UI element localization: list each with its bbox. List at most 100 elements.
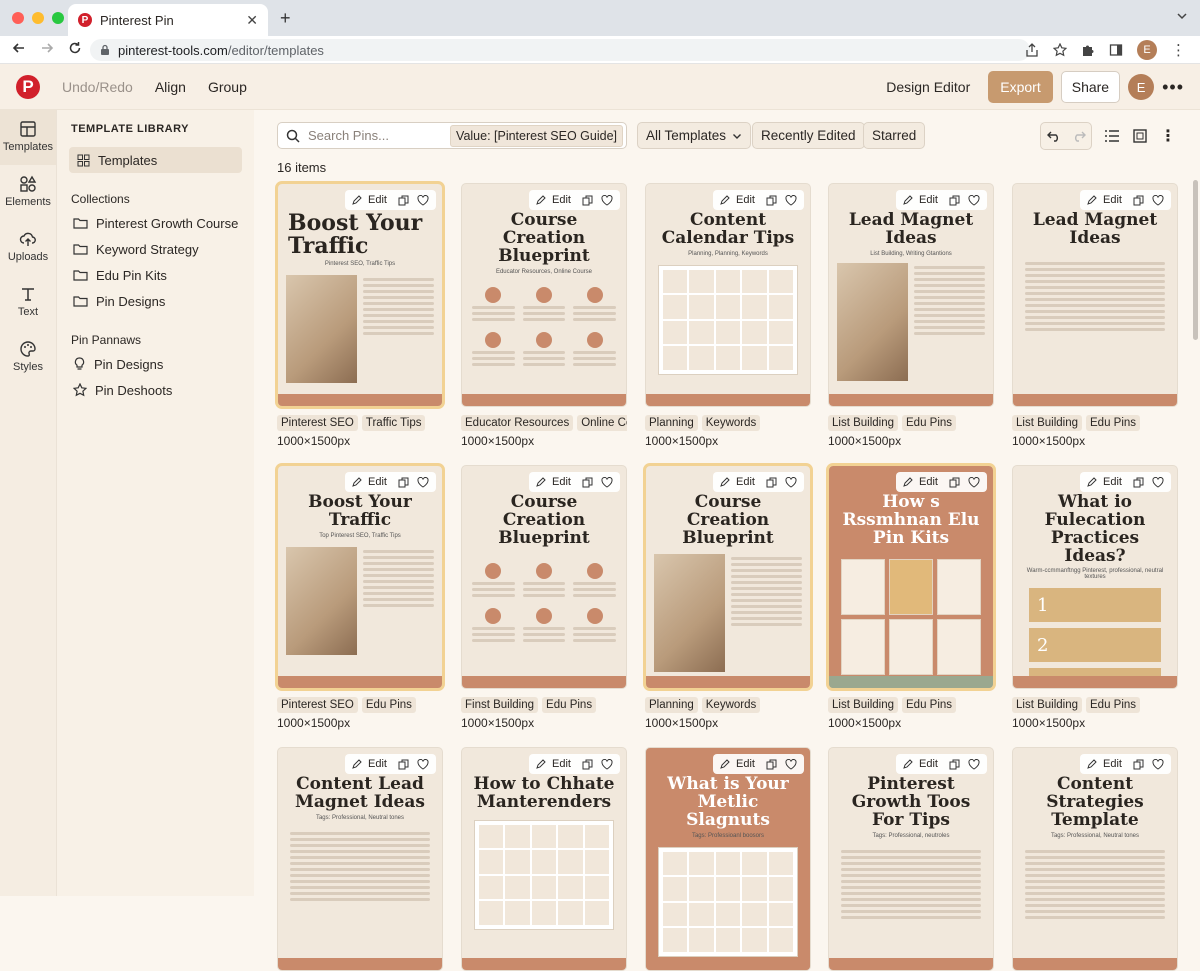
- duplicate-icon[interactable]: [763, 194, 780, 207]
- grid-view-icon[interactable]: [1132, 128, 1148, 144]
- rail-templates[interactable]: Templates: [0, 110, 56, 165]
- tag-chip[interactable]: Pinterest SEO: [277, 697, 358, 713]
- template-card[interactable]: Course Creation Blueprint Educator Resour…: [461, 183, 627, 448]
- list-view-icon[interactable]: [1104, 128, 1120, 144]
- template-card[interactable]: How s Rssmhnan Elu Pin Kits Edit List Buil…: [826, 463, 996, 730]
- template-thumbnail[interactable]: Content Lead Magnet Ideas Tags: Professio…: [277, 747, 443, 971]
- tag-chip[interactable]: Finst Building: [461, 697, 539, 713]
- heart-icon[interactable]: [414, 758, 432, 771]
- template-thumbnail[interactable]: Content Strategies Template Tags: Profess…: [1012, 747, 1178, 971]
- template-thumbnail[interactable]: Boost Your Traffic Top Pinterest SEO, Tra…: [275, 463, 445, 691]
- tag-chip[interactable]: Edu Pins: [361, 697, 416, 713]
- heart-icon[interactable]: [598, 194, 616, 207]
- template-thumbnail[interactable]: Boost Your Traffic Pinterest SEO, Traffic…: [275, 181, 445, 409]
- search-value-chip[interactable]: Value: [Pinterest SEO Guide]: [450, 124, 623, 147]
- tag-chip[interactable]: Edu Pins: [1086, 697, 1141, 713]
- template-card[interactable]: Content Strategies Template Tags: Profess…: [1012, 747, 1178, 971]
- more-options-icon[interactable]: •••: [1162, 77, 1184, 98]
- heart-icon[interactable]: [598, 476, 616, 489]
- template-thumbnail[interactable]: Lead Magnet Ideas List Building, Writing …: [828, 183, 994, 407]
- template-thumbnail[interactable]: How to Chhate Manterenders Edit: [461, 747, 627, 971]
- duplicate-icon[interactable]: [1130, 476, 1147, 489]
- template-thumbnail[interactable]: What is Your Metlic Slagnuts Tags: Profes…: [645, 747, 811, 971]
- tag-chip[interactable]: Edu Pins: [542, 697, 597, 713]
- duplicate-icon[interactable]: [946, 194, 963, 207]
- template-thumbnail[interactable]: How s Rssmhnan Elu Pin Kits Edit: [826, 463, 996, 691]
- sidebar-item-pin-deshoots[interactable]: Pin Deshoots: [73, 377, 254, 403]
- rail-styles[interactable]: Styles: [0, 330, 56, 385]
- browser-tab[interactable]: P Pinterest Pin ✕: [68, 4, 268, 36]
- heart-icon[interactable]: [1149, 758, 1167, 771]
- group-menu[interactable]: Group: [208, 79, 247, 95]
- sidebar-item-collection[interactable]: Keyword Strategy: [73, 236, 254, 262]
- heart-icon[interactable]: [965, 476, 983, 489]
- heart-icon[interactable]: [1149, 194, 1167, 207]
- duplicate-icon[interactable]: [579, 758, 596, 771]
- tag-chip[interactable]: Planning: [645, 697, 698, 713]
- duplicate-icon[interactable]: [946, 758, 963, 771]
- edit-button[interactable]: Edit: [1084, 474, 1128, 490]
- pinterest-logo-icon[interactable]: P: [16, 75, 40, 99]
- tag-chip[interactable]: Edu Pins: [902, 697, 957, 713]
- undo-redo-menu[interactable]: Undo/Redo: [62, 79, 133, 95]
- new-tab-icon[interactable]: +: [280, 8, 291, 29]
- duplicate-icon[interactable]: [1130, 194, 1147, 207]
- heart-icon[interactable]: [782, 194, 800, 207]
- template-card[interactable]: Content Lead Magnet Ideas Tags: Professio…: [277, 747, 443, 971]
- starred-filter[interactable]: Starred: [863, 122, 926, 149]
- url-field[interactable]: pinterest-tools.com/editor/templates: [90, 39, 1030, 61]
- forward-arrow-icon[interactable]: [40, 41, 54, 55]
- duplicate-icon[interactable]: [395, 476, 412, 489]
- edit-button[interactable]: Edit: [1084, 192, 1128, 208]
- tab-list-chevron-icon[interactable]: [1176, 10, 1188, 22]
- edit-button[interactable]: Edit: [533, 474, 577, 490]
- edit-button[interactable]: Edit: [717, 474, 761, 490]
- template-card[interactable]: What is Your Metlic Slagnuts Tags: Profes…: [645, 747, 811, 971]
- template-card[interactable]: Course Creation Blueprint Edit Planning Key…: [643, 463, 813, 730]
- edit-button[interactable]: Edit: [349, 192, 393, 208]
- tag-chip[interactable]: Online Cour: [577, 415, 627, 431]
- edit-button[interactable]: Edit: [1084, 756, 1128, 772]
- sidebar-item-collection[interactable]: Pin Designs: [73, 288, 254, 314]
- edit-button[interactable]: Edit: [717, 192, 761, 208]
- edit-button[interactable]: Edit: [533, 192, 577, 208]
- heart-icon[interactable]: [1149, 476, 1167, 489]
- template-card[interactable]: Lead Magnet Ideas List Building, Writing …: [828, 183, 994, 448]
- heart-icon[interactable]: [965, 758, 983, 771]
- tag-chip[interactable]: List Building: [1012, 415, 1083, 431]
- tag-chip[interactable]: Keywords: [701, 697, 761, 713]
- heart-icon[interactable]: [782, 758, 800, 771]
- sidebar-item-collection[interactable]: Pinterest Growth Course: [73, 210, 254, 236]
- template-thumbnail[interactable]: Course Creation Blueprint Educator Resour…: [461, 183, 627, 407]
- share-page-icon[interactable]: [1025, 43, 1039, 57]
- tag-chip[interactable]: Edu Pins: [902, 415, 957, 431]
- heart-icon[interactable]: [782, 476, 800, 489]
- tag-chip[interactable]: Educator Resources: [461, 415, 574, 431]
- tag-chip[interactable]: Pinterest SEO: [277, 415, 358, 431]
- template-card[interactable]: What io Fulecation Practices Ideas? Warm-…: [1012, 465, 1178, 730]
- profile-avatar[interactable]: E: [1137, 40, 1157, 60]
- rail-text[interactable]: Text: [0, 275, 56, 330]
- window-controls[interactable]: [12, 12, 64, 24]
- extensions-puzzle-icon[interactable]: [1081, 43, 1095, 57]
- reload-icon[interactable]: [68, 41, 82, 55]
- sidebar-item-templates[interactable]: Templates: [69, 147, 242, 173]
- recently-edited-filter[interactable]: Recently Edited: [752, 122, 865, 149]
- undo-icon[interactable]: [1046, 130, 1061, 142]
- template-card[interactable]: Boost Your Traffic Pinterest SEO, Traffic…: [275, 181, 445, 448]
- tag-chip[interactable]: List Building: [828, 415, 899, 431]
- tag-chip[interactable]: Edu Pins: [1086, 415, 1141, 431]
- back-arrow-icon[interactable]: [12, 41, 26, 55]
- share-button[interactable]: Share: [1060, 71, 1121, 103]
- tag-chip[interactable]: Keywords: [701, 415, 761, 431]
- export-button[interactable]: Export: [988, 71, 1053, 103]
- rail-uploads[interactable]: Uploads: [0, 220, 56, 275]
- sidebar-item-collection[interactable]: Edu Pin Kits: [73, 262, 254, 288]
- rail-elements[interactable]: Elements: [0, 165, 56, 220]
- align-menu[interactable]: Align: [155, 79, 186, 95]
- template-thumbnail[interactable]: Course Creation Blueprint Edit: [643, 463, 813, 691]
- tag-chip[interactable]: List Building: [828, 697, 899, 713]
- template-thumbnail[interactable]: Pinterest Growth Toos For Tips Tags: Prof…: [828, 747, 994, 971]
- more-vertical-icon[interactable]: ⋮: [1160, 126, 1176, 146]
- search-input[interactable]: Search Pins... Value: [Pinterest SEO Gui…: [277, 122, 627, 149]
